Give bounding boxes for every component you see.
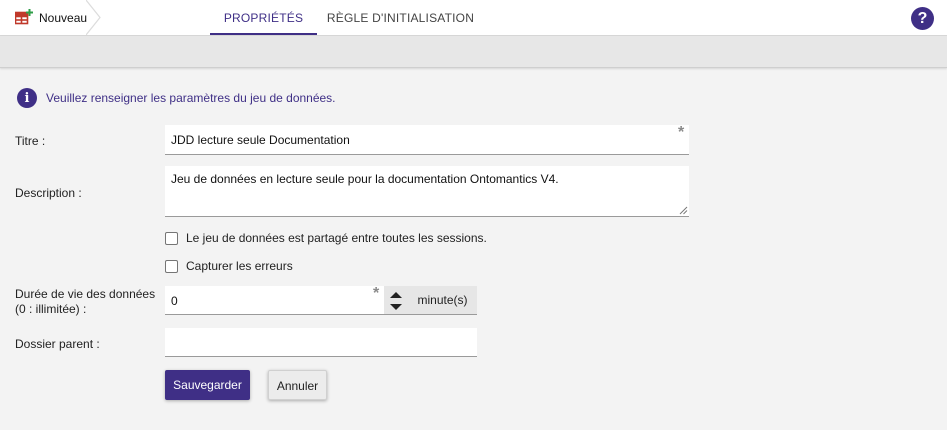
title-input[interactable] [171,133,683,147]
info-text: Veuillez renseigner les paramètres du je… [46,91,336,105]
capture-errors-checkbox[interactable] [165,259,178,273]
description-textarea[interactable]: Jeu de données en lecture seule pour la … [171,172,683,212]
lifetime-label-line2: (0 : illimitée) : [15,302,87,316]
lifetime-stepper [384,286,408,315]
top-bar: Nouveau PROPRIÉTÉS RÈGLE D'INITIALISATIO… [0,0,947,36]
description-label: Description : [15,186,82,200]
tab-proprietes[interactable]: PROPRIÉTÉS [210,0,317,35]
lifetime-field[interactable] [165,286,384,315]
capture-errors-checkbox-row[interactable]: Capturer les erreurs [165,257,293,275]
tab-regle-initialisation[interactable]: RÈGLE D'INITIALISATION [322,0,479,35]
info-message: i Veuillez renseigner les paramètres du … [17,87,336,109]
breadcrumb-label: Nouveau [39,11,88,25]
increment-arrow-icon[interactable] [390,292,402,298]
cancel-button[interactable]: Annuler [268,370,327,400]
parent-folder-input[interactable] [171,336,471,350]
table-add-icon [15,9,33,25]
help-icon[interactable]: ? [911,7,934,30]
resize-handle-icon[interactable] [679,206,688,215]
lifetime-unit: minute(s) [408,286,477,315]
breadcrumb-separator [86,0,101,35]
toolbar [0,36,947,68]
parent-folder-label: Dossier parent : [15,337,100,351]
shared-checkbox-label: Le jeu de données est partagé entre tout… [186,231,487,245]
parent-folder-field[interactable] [165,328,477,357]
save-button[interactable]: Sauvegarder [165,370,250,400]
shared-checkbox[interactable] [165,231,178,245]
lifetime-label-line1: Durée de vie des données [15,287,156,301]
title-required-marker: * [678,124,685,141]
title-field[interactable] [165,125,689,155]
breadcrumb[interactable]: Nouveau [0,0,100,35]
info-icon: i [17,88,37,108]
title-label: Titre : [15,134,46,148]
lifetime-required-marker: * [373,285,380,302]
decrement-arrow-icon[interactable] [390,304,402,310]
lifetime-label: Durée de vie des données (0 : illimitée)… [15,287,155,317]
shared-checkbox-row[interactable]: Le jeu de données est partagé entre tout… [165,229,487,247]
capture-errors-label: Capturer les erreurs [186,259,293,273]
lifetime-input[interactable] [171,294,378,308]
description-field[interactable]: Jeu de données en lecture seule pour la … [165,166,689,217]
